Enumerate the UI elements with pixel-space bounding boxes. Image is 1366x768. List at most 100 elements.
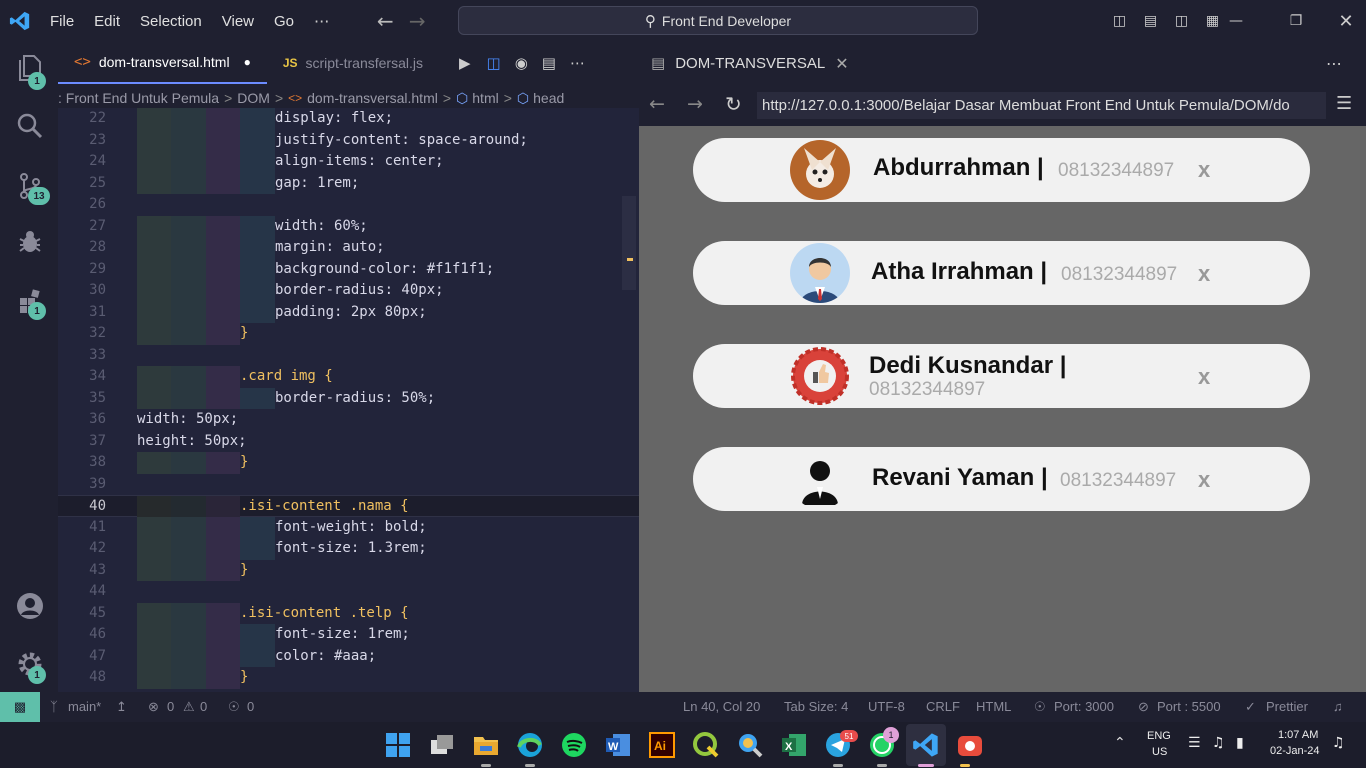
excel-icon[interactable]: X	[780, 731, 808, 759]
url-input[interactable]: http://127.0.0.1:3000/Belajar Dasar Memb…	[757, 92, 1326, 119]
warning-count[interactable]: 0	[200, 699, 207, 714]
back-arrow-icon[interactable]: ←	[649, 93, 665, 115]
error-icon: ⊗	[148, 699, 159, 714]
breadcrumb: : Front End Untuk Pemula > DOM > <> dom-…	[58, 86, 639, 110]
tab-size[interactable]: Tab Size: 4	[784, 699, 848, 714]
delete-button[interactable]: x	[1198, 157, 1210, 183]
clock-date[interactable]: 02-Jan-24	[1270, 745, 1320, 757]
qgis-icon[interactable]	[692, 731, 720, 759]
more-actions-icon[interactable]: ⋯	[570, 54, 585, 72]
unsaved-dot-icon[interactable]: ●	[244, 55, 251, 69]
language-mode[interactable]: HTML	[976, 699, 1011, 714]
html-icon: <>	[288, 91, 303, 105]
notification-icon[interactable]: ♫	[1332, 735, 1345, 751]
contact-phone: 08132344897	[1058, 160, 1175, 181]
live-server-port[interactable]: Port: 3000	[1054, 699, 1114, 714]
menu-edit[interactable]: Edit	[84, 13, 130, 30]
branch-name[interactable]: main*	[68, 699, 101, 714]
illustrator-icon[interactable]: Ai	[648, 731, 676, 759]
toggle-secondary-sidebar-icon[interactable]: ◫	[1166, 13, 1197, 29]
close-window-icon[interactable]: ✕	[1326, 11, 1366, 32]
volume-icon[interactable]: ♫	[1212, 735, 1225, 751]
back-arrow-icon[interactable]: ←	[369, 9, 401, 33]
minimize-icon[interactable]: —	[1206, 13, 1266, 29]
battery-icon[interactable]: ▮	[1236, 735, 1244, 751]
reload-icon[interactable]: ↻	[725, 92, 742, 116]
line-number: 41	[89, 518, 106, 535]
ports-count[interactable]: 0	[247, 699, 254, 714]
line-34: 34 .card img {	[58, 366, 639, 388]
tray-chevron-up-icon[interactable]: ⌃	[1114, 735, 1126, 751]
element-cube-icon: ⬡	[516, 89, 530, 106]
run-debug-icon[interactable]	[14, 226, 46, 258]
code-editor[interactable]: 22 display: flex; 23 justify-content: spac…	[58, 108, 639, 692]
spotify-icon[interactable]	[560, 731, 588, 759]
search-icon[interactable]	[14, 110, 46, 142]
delete-button[interactable]: x	[1198, 261, 1210, 287]
wifi-icon[interactable]: ☰	[1188, 735, 1201, 751]
word-icon[interactable]: W	[604, 731, 632, 759]
menu-more[interactable]: ···	[304, 12, 339, 31]
breadcrumb-separator: >	[274, 90, 284, 106]
more-actions-icon[interactable]: ⋯	[1326, 54, 1342, 73]
breadcrumb-separator: >	[503, 90, 512, 106]
code-text: }	[240, 454, 249, 470]
broadcast-icon: ☉	[1034, 699, 1046, 714]
error-count[interactable]: 0	[167, 699, 174, 714]
line-number: 46	[89, 626, 106, 642]
clock-time[interactable]: 1:07 AM	[1278, 729, 1318, 741]
magnifier-app-icon[interactable]	[736, 731, 764, 759]
encoding[interactable]: UTF-8	[868, 699, 905, 714]
sync-icon[interactable]: ↥	[116, 699, 127, 715]
file-explorer-icon[interactable]	[472, 731, 500, 759]
line-44: 44	[58, 581, 639, 603]
menu-file[interactable]: File	[40, 13, 84, 30]
vscode-icon[interactable]	[912, 731, 940, 759]
breadcrumb-dom[interactable]: DOM	[237, 90, 270, 106]
tab-dom-transversal[interactable]: <> dom-transversal.html ●	[58, 42, 267, 84]
close-tab-icon[interactable]: ✕	[835, 54, 848, 73]
region-indicator[interactable]: US	[1152, 746, 1167, 758]
cursor-position[interactable]: Ln 40, Col 20	[683, 699, 760, 714]
toggle-panel-icon[interactable]: ▤	[1135, 13, 1166, 29]
run-icon[interactable]: ▶	[459, 54, 471, 72]
account-icon[interactable]	[14, 590, 46, 622]
breadcrumb-head[interactable]: head	[533, 90, 564, 106]
edge-browser-icon[interactable]	[516, 731, 544, 759]
prettier-status[interactable]: Prettier	[1266, 699, 1308, 714]
line-ending[interactable]: CRLF	[926, 699, 960, 714]
breadcrumb-file[interactable]: dom-transversal.html	[307, 90, 438, 106]
remote-indicator-icon[interactable]: ▩	[0, 692, 40, 722]
tab-script-transfersal[interactable]: JS script-transfersal.js	[267, 42, 439, 84]
minimap-scrollbar[interactable]	[622, 196, 636, 290]
menu-view[interactable]: View	[212, 13, 264, 30]
window-controls: — ❐ ✕	[1206, 0, 1366, 42]
restore-icon[interactable]: ❐	[1266, 13, 1326, 29]
toggle-sidebar-icon[interactable]: ◫	[1104, 13, 1135, 29]
command-center-search[interactable]: ⚲ Front End Developer	[458, 6, 978, 35]
menu-icon[interactable]: ☰	[1336, 93, 1352, 114]
avatar-man	[790, 243, 850, 303]
running-indicator	[833, 764, 843, 767]
go-live-icon[interactable]: ◫	[487, 54, 501, 72]
windows-start-icon[interactable]	[384, 731, 412, 759]
menu-selection[interactable]: Selection	[130, 13, 212, 30]
port-5500[interactable]: Port : 5500	[1157, 699, 1221, 714]
svg-text:W: W	[608, 741, 619, 753]
menu-go[interactable]: Go	[264, 13, 304, 30]
line-number: 22	[89, 110, 106, 126]
language-indicator[interactable]: ENG	[1147, 730, 1171, 742]
breadcrumb-folder[interactable]: : Front End Untuk Pemula	[58, 90, 219, 106]
notification-bell-icon[interactable]: ♫	[1333, 699, 1343, 714]
extensions-badge: 1	[28, 302, 46, 320]
split-editor-icon[interactable]: ▤	[542, 54, 556, 72]
breadcrumb-html[interactable]: html	[472, 90, 498, 106]
preview-icon[interactable]: ◉	[515, 54, 528, 72]
screen-recorder-icon[interactable]	[956, 731, 984, 759]
delete-button[interactable]: x	[1198, 467, 1210, 493]
task-view-icon[interactable]	[428, 731, 456, 759]
delete-button[interactable]: x	[1198, 364, 1210, 390]
browser-tab-title[interactable]: DOM-TRANSVERSAL	[675, 55, 825, 72]
forward-arrow-icon[interactable]: →	[401, 9, 433, 33]
forward-arrow-icon[interactable]: →	[687, 93, 703, 115]
